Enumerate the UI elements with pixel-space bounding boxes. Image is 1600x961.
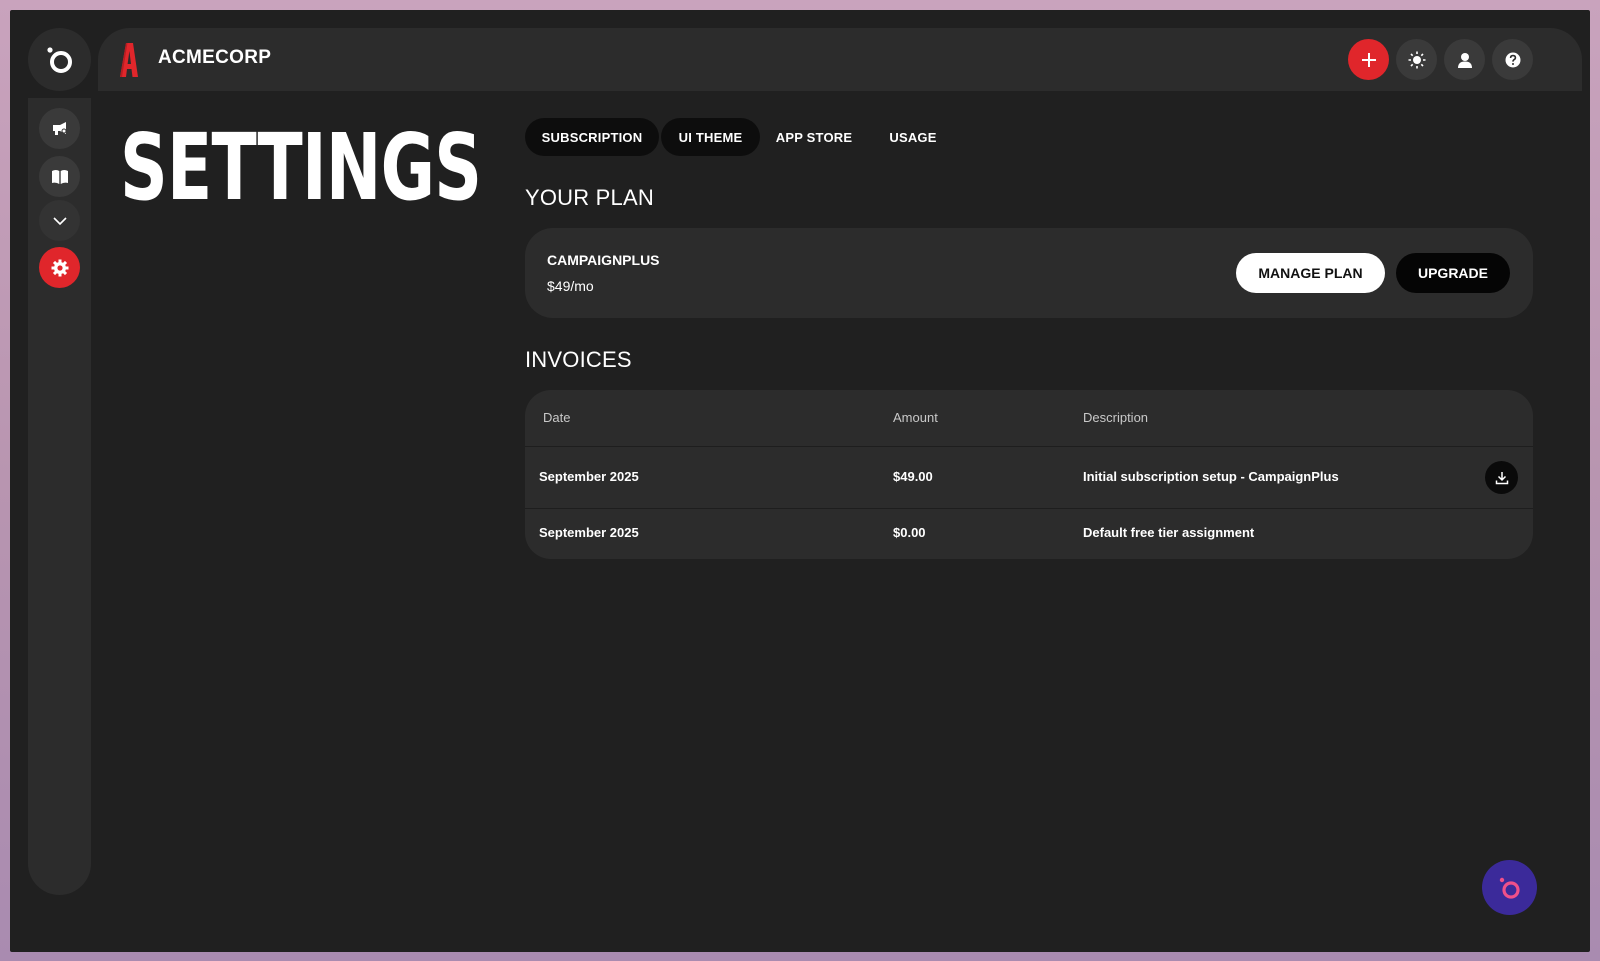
app-window: ACMECORP SETTINGS SUBSCRIPTION UI THEME … [10,10,1590,952]
user-icon [1457,52,1472,68]
sidebar-item-campaigns[interactable] [39,108,80,149]
ring-logo-icon [46,46,72,73]
chevron-down-icon [52,216,67,225]
sidebar-item-settings[interactable] [39,247,80,288]
assistant-icon [1499,877,1520,899]
profile-button[interactable] [1444,39,1485,80]
top-header: ACMECORP [98,28,1582,91]
gear-icon [51,259,68,276]
invoice-date: September 2025 [539,525,639,540]
column-header-date: Date [543,410,571,425]
tab-app-store[interactable]: APP STORE [769,118,859,156]
invoice-amount: $0.00 [893,525,926,540]
plan-price: $49/mo [547,278,594,294]
sidebar [28,98,91,895]
help-button[interactable] [1492,39,1533,80]
invoice-date: September 2025 [539,469,639,484]
add-button[interactable] [1348,39,1389,80]
brand-logo [120,43,138,77]
upgrade-button[interactable]: UPGRADE [1396,253,1510,293]
plan-card: CAMPAIGNPLUS $49/mo MANAGE PLAN UPGRADE [525,228,1533,318]
table-header: Date Amount Description [525,390,1533,447]
invoices-table: Date Amount Description September 2025 $… [525,390,1533,559]
tab-usage[interactable]: USAGE [877,118,949,156]
download-invoice-button[interactable] [1485,461,1518,494]
invoice-description: Initial subscription setup - CampaignPlu… [1083,469,1339,484]
table-row: September 2025 $0.00 Default free tier a… [525,509,1533,559]
brand-name: ACMECORP [158,47,272,68]
manage-plan-button[interactable]: MANAGE PLAN [1236,253,1385,293]
app-logo[interactable] [28,28,91,91]
assistant-button[interactable] [1482,860,1537,915]
page-title: SETTINGS [120,114,482,221]
theme-toggle-button[interactable] [1396,39,1437,80]
invoice-description: Default free tier assignment [1083,525,1255,540]
sidebar-item-library[interactable] [39,156,80,197]
download-icon [1495,471,1508,484]
tab-ui-theme[interactable]: UI THEME [661,118,760,156]
invoice-amount: $49.00 [893,469,933,484]
column-header-description: Description [1083,410,1149,425]
plus-icon [1361,52,1376,67]
invoices-heading: INVOICES [525,347,632,372]
plan-name: CAMPAIGNPLUS [547,252,660,268]
table-row: September 2025 $49.00 Initial subscripti… [525,447,1533,509]
book-icon [51,169,68,184]
column-header-amount: Amount [893,410,938,425]
megaphone-icon [52,121,66,135]
tab-subscription[interactable]: SUBSCRIPTION [525,118,659,156]
sidebar-expand-button[interactable] [39,200,80,241]
help-icon [1505,52,1520,67]
plan-heading: YOUR PLAN [525,185,654,210]
sun-icon [1408,51,1425,68]
